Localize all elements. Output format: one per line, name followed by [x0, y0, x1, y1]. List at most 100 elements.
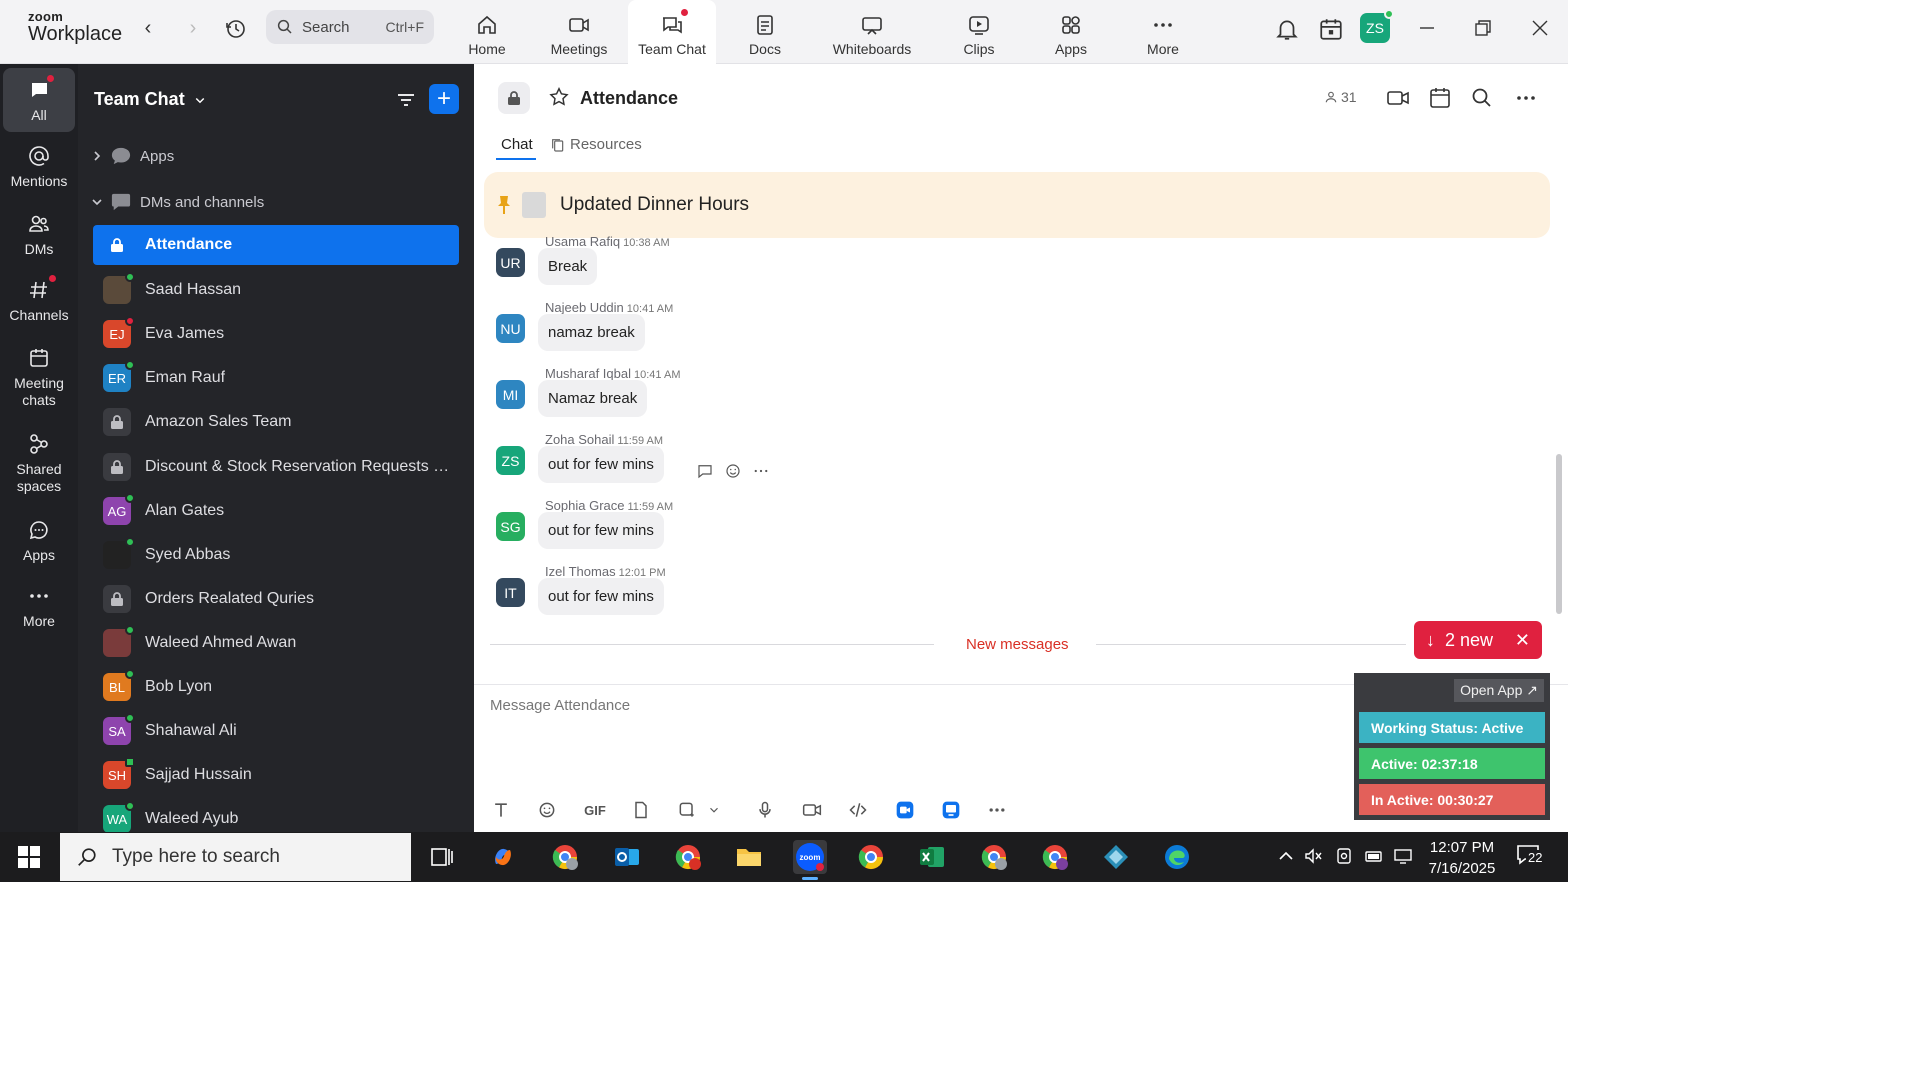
excel-icon[interactable]	[915, 840, 949, 874]
tab-home[interactable]: Home	[443, 0, 531, 64]
reply-icon[interactable]	[696, 462, 714, 480]
microphone-icon[interactable]	[755, 800, 775, 820]
sidebar-item-attendance[interactable]: Attendance	[93, 225, 459, 265]
edge-icon[interactable]	[1160, 840, 1194, 874]
avatar[interactable]: MI	[496, 380, 525, 409]
tab-chat[interactable]: Chat	[501, 136, 533, 153]
task-view-icon[interactable]	[424, 840, 458, 874]
calendar-icon[interactable]	[1318, 16, 1344, 42]
windows-start-icon[interactable]	[18, 846, 40, 868]
sidebar-item-saad-hassan[interactable]: Saad Hassan	[93, 270, 459, 310]
text-format-icon[interactable]	[491, 800, 511, 820]
chrome-profile-icon[interactable]	[671, 840, 705, 874]
sidebar-item-orders-related[interactable]: Orders Realated Quries	[93, 579, 459, 619]
tab-team-chat[interactable]: Team Chat	[628, 0, 716, 66]
message-bubble[interactable]: Namaz break	[538, 380, 648, 417]
rail-more[interactable]: More	[3, 584, 75, 630]
new-chat-button[interactable]: +	[429, 84, 459, 114]
message-bubble[interactable]: Break	[538, 248, 598, 285]
open-app-button[interactable]: Open App ↗	[1454, 679, 1544, 702]
outlook-icon[interactable]	[610, 840, 644, 874]
notification-center-icon[interactable]: 22	[1516, 844, 1546, 872]
message-input[interactable]: Message Attendance	[490, 697, 630, 714]
close-icon[interactable]: ✕	[1515, 630, 1530, 651]
section-apps[interactable]: Apps	[92, 146, 174, 166]
sidebar-item-eman-rauf[interactable]: ER Eman Rauf	[93, 358, 459, 398]
star-icon[interactable]	[548, 86, 570, 108]
avatar[interactable]: UR	[496, 248, 525, 277]
rail-meeting-chats[interactable]: Meeting chats	[3, 346, 75, 409]
rail-mentions[interactable]: Mentions	[3, 144, 75, 190]
screenshot-icon[interactable]	[677, 800, 697, 820]
bell-icon[interactable]	[1274, 16, 1300, 42]
sidebar-item-syed-abbas[interactable]: Syed Abbas	[93, 535, 459, 575]
message-bubble[interactable]: out for few mins	[538, 446, 664, 483]
rail-dms[interactable]: DMs	[3, 212, 75, 258]
chrome-profile-icon[interactable]	[1038, 840, 1072, 874]
tab-whiteboards[interactable]: Whiteboards	[828, 0, 916, 64]
sidebar-item-discount-stock[interactable]: Discount & Stock Reservation Requests O.…	[93, 447, 459, 487]
more-dots-icon[interactable]	[1514, 86, 1538, 110]
minimize-icon[interactable]	[1415, 16, 1439, 40]
section-dms-channels[interactable]: DMs and channels	[92, 192, 264, 212]
rail-shared-spaces[interactable]: Shared spaces	[3, 432, 75, 495]
scrollbar[interactable]	[1556, 454, 1562, 614]
tab-more[interactable]: More	[1119, 0, 1207, 64]
chrome-icon[interactable]	[854, 840, 888, 874]
rail-channels[interactable]: Channels	[3, 274, 75, 324]
file-icon[interactable]	[631, 800, 651, 820]
pinned-message[interactable]: Updated Dinner Hours	[484, 172, 1550, 238]
avatar[interactable]: NU	[496, 314, 525, 343]
message-bubble[interactable]: out for few mins	[538, 512, 664, 549]
chevron-down-icon[interactable]	[707, 800, 721, 820]
sidebar-item-eva-james[interactable]: EJ Eva James	[93, 314, 459, 354]
chrome-profile-icon[interactable]	[548, 840, 582, 874]
taskbar-clock[interactable]: 12:07 PM 7/16/2025	[1412, 837, 1512, 879]
diamond-app-icon[interactable]	[1099, 840, 1133, 874]
more-dots-icon[interactable]	[752, 462, 770, 480]
message-bubble[interactable]: namaz break	[538, 314, 645, 351]
tab-clips[interactable]: Clips	[935, 0, 1023, 64]
sidebar-item-alan-gates[interactable]: AG Alan Gates	[93, 491, 459, 531]
avatar[interactable]: SG	[496, 512, 525, 541]
avatar[interactable]: ZS	[496, 446, 525, 475]
gif-button[interactable]: GIF	[582, 800, 608, 820]
calendar-icon[interactable]	[1428, 86, 1452, 110]
chrome-profile-icon[interactable]	[977, 840, 1011, 874]
close-icon[interactable]	[1528, 16, 1552, 40]
file-explorer-icon[interactable]	[732, 840, 766, 874]
copilot-icon[interactable]	[486, 840, 520, 874]
restore-icon[interactable]	[1471, 16, 1495, 40]
sidebar-item-shahawal-ali[interactable]: SA Shahawal Ali	[93, 711, 459, 751]
sidebar-item-bob-lyon[interactable]: BL Bob Lyon	[93, 667, 459, 707]
zoom-icon[interactable]: zoom	[793, 840, 827, 880]
member-count[interactable]: 31	[1324, 89, 1357, 105]
video-message-icon[interactable]	[802, 800, 822, 820]
meet-now-icon[interactable]	[1334, 846, 1354, 866]
whiteboard-app-icon[interactable]	[941, 800, 961, 820]
battery-icon[interactable]	[1364, 846, 1384, 866]
emoji-icon[interactable]	[537, 800, 557, 820]
zoom-app-icon[interactable]	[895, 800, 915, 820]
history-icon[interactable]	[224, 17, 248, 41]
search-icon[interactable]	[1470, 86, 1494, 110]
chevron-up-icon[interactable]	[1276, 846, 1296, 866]
message-bubble[interactable]: out for few mins	[538, 578, 664, 615]
tab-apps[interactable]: Apps	[1027, 0, 1115, 64]
video-camera-icon[interactable]	[1386, 86, 1410, 110]
user-avatar[interactable]: ZS	[1360, 9, 1394, 43]
sidebar-title[interactable]: Team Chat	[94, 89, 209, 110]
emoji-icon[interactable]	[724, 462, 742, 480]
taskbar-search-input[interactable]: Type here to search	[60, 833, 411, 881]
search-input[interactable]: Search Ctrl+F	[266, 10, 434, 44]
avatar[interactable]: IT	[496, 578, 525, 607]
more-dots-icon[interactable]	[987, 800, 1007, 820]
tab-meetings[interactable]: Meetings	[535, 0, 623, 64]
speaker-muted-icon[interactable]	[1303, 846, 1323, 866]
sidebar-item-waleed-ahmed-awan[interactable]: Waleed Ahmed Awan	[93, 623, 459, 663]
sidebar-item-amazon-sales-team[interactable]: Amazon Sales Team	[93, 402, 459, 442]
new-messages-button[interactable]: ↓ 2 new ✕	[1414, 621, 1542, 659]
back-arrow-icon[interactable]: ‹	[136, 17, 160, 40]
rail-all[interactable]: All	[3, 68, 75, 132]
code-icon[interactable]	[848, 800, 868, 820]
